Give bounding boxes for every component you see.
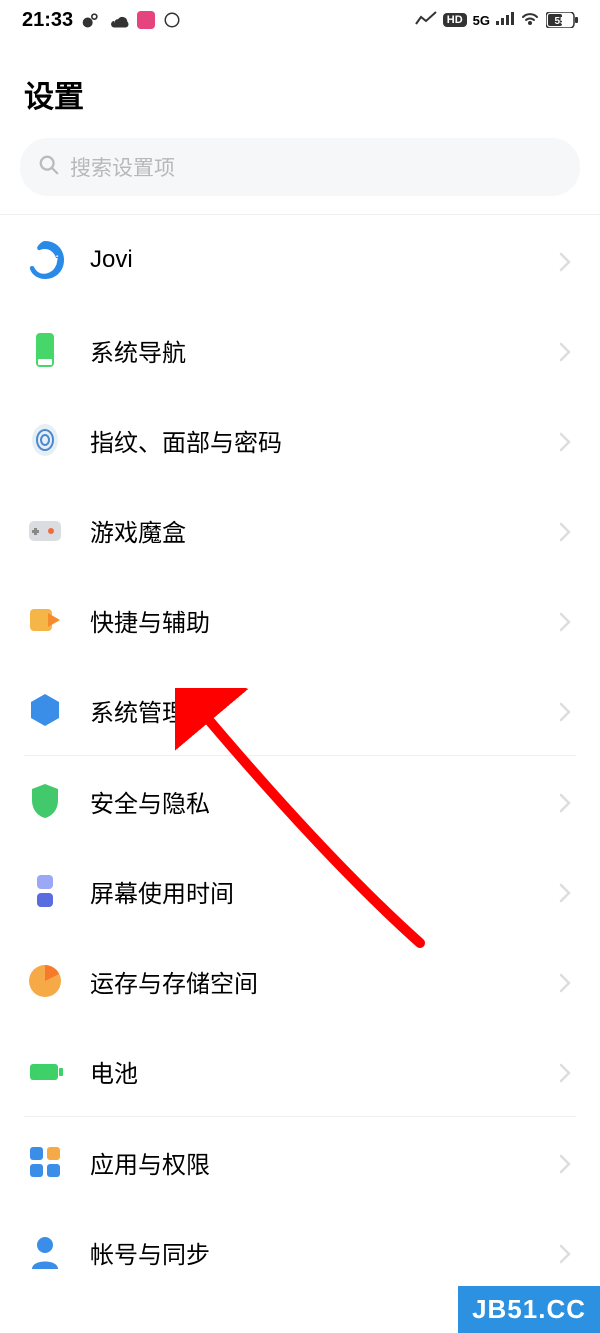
circle-icon <box>163 11 181 29</box>
hd-badge: HD <box>443 13 467 27</box>
item-battery[interactable]: 电池 <box>0 1026 600 1116</box>
search-container: 搜索设置项 <box>0 138 600 214</box>
person-icon <box>24 1231 66 1273</box>
apps-grid-icon <box>24 1141 66 1183</box>
chevron-right-icon <box>558 611 576 629</box>
chevron-right-icon <box>558 882 576 900</box>
hourglass-icon <box>24 870 66 912</box>
weibo-icon <box>81 10 101 30</box>
item-label: 系统导航 <box>90 333 534 368</box>
wifi-icon <box>520 11 540 30</box>
speed-indicator-icon <box>415 11 437 30</box>
item-jovi[interactable]: Jovi Jovi <box>0 215 600 305</box>
item-shortcut[interactable]: 快捷与辅助 <box>0 575 600 665</box>
network-type: 5G <box>473 13 490 28</box>
item-label: 安全与隐私 <box>90 784 534 819</box>
chevron-right-icon <box>558 701 576 719</box>
status-bar: 21:33 HD 5G 55 <box>0 0 600 40</box>
pie-chart-icon <box>24 960 66 1002</box>
battery-icon <box>24 1050 66 1092</box>
cloud-icon <box>109 10 129 30</box>
item-label: 游戏魔盒 <box>90 513 534 548</box>
item-label: 快捷与辅助 <box>90 603 534 638</box>
svg-text:Jovi: Jovi <box>32 253 58 268</box>
item-account[interactable]: 帐号与同步 <box>0 1207 600 1297</box>
item-label: Jovi <box>90 246 534 274</box>
chevron-right-icon <box>558 251 576 269</box>
item-navigation[interactable]: 系统导航 <box>0 305 600 395</box>
item-label: 电池 <box>90 1054 534 1089</box>
item-biometric[interactable]: 指纹、面部与密码 <box>0 395 600 485</box>
item-label: 应用与权限 <box>90 1145 534 1180</box>
item-label: 运存与存储空间 <box>90 964 534 999</box>
hexagon-icon <box>24 689 66 731</box>
item-label: 指纹、面部与密码 <box>90 423 534 458</box>
watermark: JB51.CC <box>458 1286 600 1333</box>
app-badge-icon <box>137 11 155 29</box>
item-security[interactable]: 安全与隐私 <box>0 756 600 846</box>
status-time: 21:33 <box>22 9 73 32</box>
item-system-management[interactable]: 系统管理 <box>0 665 600 755</box>
svg-text:55: 55 <box>554 16 566 27</box>
phone-nav-icon <box>24 329 66 371</box>
chevron-right-icon <box>558 792 576 810</box>
item-label: 屏幕使用时间 <box>90 874 534 909</box>
shield-icon <box>24 780 66 822</box>
jovi-icon: Jovi <box>24 239 66 281</box>
chevron-right-icon <box>558 972 576 990</box>
signal-icon <box>496 11 514 30</box>
chevron-right-icon <box>558 431 576 449</box>
search-icon <box>38 154 60 181</box>
search-input[interactable]: 搜索设置项 <box>20 138 580 196</box>
fingerprint-icon <box>24 419 66 461</box>
item-gamebox[interactable]: 游戏魔盒 <box>0 485 600 575</box>
item-label: 帐号与同步 <box>90 1235 534 1270</box>
item-screentime[interactable]: 屏幕使用时间 <box>0 846 600 936</box>
chevron-right-icon <box>558 1243 576 1261</box>
search-placeholder: 搜索设置项 <box>70 152 175 182</box>
chevron-right-icon <box>558 1153 576 1171</box>
page-title: 设置 <box>0 40 600 138</box>
chevron-right-icon <box>558 341 576 359</box>
item-storage[interactable]: 运存与存储空间 <box>0 936 600 1026</box>
item-apps[interactable]: 应用与权限 <box>0 1117 600 1207</box>
battery-icon: 55 <box>546 12 578 28</box>
arrow-right-icon <box>24 599 66 641</box>
status-left: 21:33 <box>22 9 181 32</box>
chevron-right-icon <box>558 1062 576 1080</box>
item-label: 系统管理 <box>90 693 534 728</box>
chevron-right-icon <box>558 521 576 539</box>
gamepad-icon <box>24 509 66 551</box>
settings-list: Jovi Jovi 系统导航 指纹、面部与密码 游戏魔盒 <box>0 215 600 1297</box>
status-right: HD 5G 55 <box>415 11 578 30</box>
